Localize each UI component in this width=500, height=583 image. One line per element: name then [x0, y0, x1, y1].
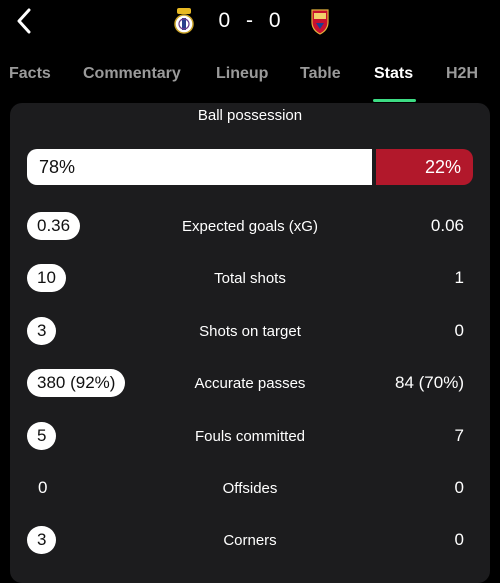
away-value: 0.06 [430, 216, 464, 235]
osasuna-crest-icon[interactable] [308, 7, 332, 35]
tab-stats[interactable]: Stats [374, 65, 413, 83]
stat-label: Corners [223, 531, 277, 549]
back-button[interactable] [10, 5, 38, 37]
stat-row-total-shots: 10 Total shots 1 [27, 264, 473, 292]
tab-lineup[interactable]: Lineup [216, 65, 268, 83]
stat-row-accurate-passes: 380 (92%) Accurate passes 84 (70%) [27, 369, 473, 397]
score: 0 - 0 [218, 9, 286, 32]
real-madrid-crest-icon[interactable] [172, 7, 196, 35]
active-tab-indicator [373, 99, 416, 102]
away-value: 84 (70%) [395, 373, 464, 392]
possession-bar: 78% 22% [27, 149, 473, 185]
stat-row-offsides: 0 Offsides 0 [27, 474, 473, 502]
stat-row-shots-on-target: 3 Shots on target 0 [27, 317, 473, 345]
tab-h2h[interactable]: H2H [446, 65, 478, 83]
tab-commentary[interactable]: Commentary [83, 65, 181, 83]
possession-home-value: 78% [39, 156, 76, 177]
away-value: 0 [454, 478, 464, 497]
stat-label: Total shots [214, 269, 286, 287]
away-value: 0 [454, 530, 464, 549]
stat-label: Fouls committed [194, 427, 306, 445]
tab-bar: Facts Commentary Lineup Table Stats H2H [0, 58, 500, 102]
possession-home-bar: 78% [27, 149, 372, 185]
match-header: 0 - 0 [172, 5, 332, 37]
away-value: 7 [454, 426, 464, 445]
stat-row-xg: 0.36 Expected goals (xG) 0.06 [27, 212, 473, 240]
tab-table[interactable]: Table [300, 65, 341, 83]
stat-label: Shots on target [199, 322, 301, 340]
tab-facts[interactable]: Facts [9, 65, 51, 83]
chevron-left-icon [17, 8, 31, 34]
stat-label: Expected goals (xG) [182, 217, 318, 235]
away-value: 0 [454, 321, 464, 340]
possession-away-bar: 22% [376, 149, 473, 185]
stat-row-corners: 3 Corners 0 [27, 526, 473, 554]
possession-away-value: 22% [424, 156, 461, 177]
possession-title: Ball possession [197, 107, 303, 124]
top-bar: 0 - 0 [0, 0, 500, 42]
stat-label: Offsides [222, 479, 278, 497]
stat-row-fouls: 5 Fouls committed 7 [27, 422, 473, 450]
away-value: 1 [454, 268, 464, 287]
